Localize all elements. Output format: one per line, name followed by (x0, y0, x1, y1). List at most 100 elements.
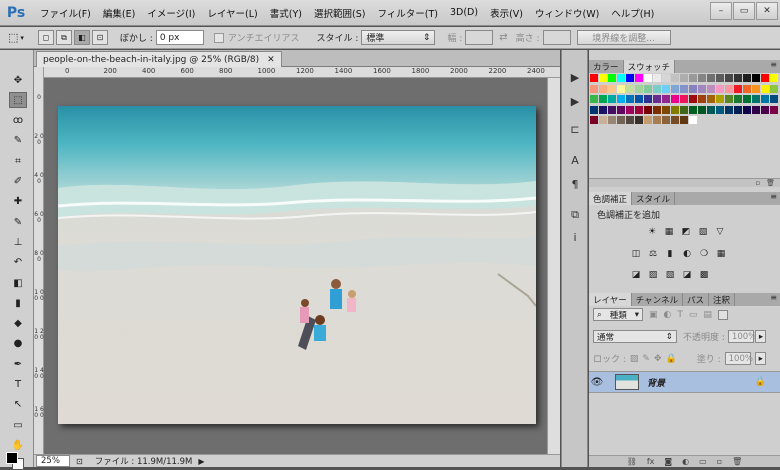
color-swatch[interactable] (617, 116, 625, 124)
antialias-checkbox[interactable] (213, 32, 224, 43)
brush-tool-icon[interactable]: ✎ (9, 214, 27, 230)
tab-styles[interactable]: スタイル (632, 192, 676, 205)
color-swatch[interactable] (662, 105, 670, 114)
lock-transparency-icon[interactable]: ▨ (630, 354, 639, 364)
horizontal-ruler[interactable]: 0 200 400 600 800 1000 1200 1400 1600 1800 2000 220… (44, 67, 560, 78)
folder-icon[interactable]: ▭ (699, 457, 707, 466)
color-swatch[interactable] (698, 116, 706, 124)
height-input[interactable] (542, 30, 571, 45)
tab-channels[interactable]: チャンネル (632, 293, 683, 306)
filter-type-icon[interactable]: T (677, 310, 683, 320)
color-swatch[interactable] (716, 105, 724, 114)
intersect-selection-button[interactable]: ⊡ (91, 30, 108, 45)
color-swatch[interactable] (608, 105, 616, 114)
color-swatch[interactable] (680, 95, 688, 103)
color-swatch[interactable] (743, 74, 751, 82)
color-swatch[interactable] (644, 116, 652, 124)
color-swatch[interactable] (608, 116, 616, 124)
vertical-ruler[interactable]: 0 2 0 0 4 0 0 6 0 0 8 0 0 1 0 0 0 1 2 0 0 1 4 0… (34, 67, 44, 454)
lock-paint-icon[interactable]: ✎ (642, 354, 650, 364)
color-swatch[interactable] (671, 116, 679, 124)
color-swatch[interactable] (734, 74, 742, 82)
tab-adjustments[interactable]: 色調補正 (589, 192, 633, 205)
color-swatch[interactable] (689, 74, 697, 82)
color-swatch[interactable] (716, 84, 724, 93)
color-swatch[interactable] (734, 95, 742, 103)
invert-icon[interactable]: ◪ (629, 269, 643, 281)
swap-icon[interactable]: ⇄ (499, 32, 507, 43)
channel-mixer-icon[interactable]: ❍ (697, 248, 711, 260)
color-swatch[interactable] (680, 116, 688, 124)
color-swatch[interactable] (689, 95, 697, 103)
color-swatch[interactable] (752, 74, 760, 82)
posterize-icon[interactable]: ▨ (646, 269, 660, 281)
pen-tool-icon[interactable]: ✒ (9, 356, 27, 372)
color-swatch[interactable] (716, 95, 724, 103)
color-swatch[interactable] (707, 116, 715, 124)
blend-mode-dropdown[interactable]: 通常 ⇕ (593, 330, 677, 343)
color-swatch[interactable] (698, 95, 706, 103)
color-swatch[interactable] (590, 84, 598, 93)
mask-icon[interactable]: ◙ (664, 457, 672, 466)
new-swatch-icon[interactable]: ▫ (755, 179, 760, 187)
opacity-arrow[interactable]: ▸ (754, 330, 766, 343)
clone-source-icon[interactable]: ⧉ (567, 208, 583, 222)
path-select-tool-icon[interactable]: ↖ (9, 397, 27, 413)
color-swatch[interactable] (734, 105, 742, 114)
vibrance-icon[interactable]: ▽ (713, 226, 727, 238)
hand-tool-icon[interactable]: ✋ (9, 437, 27, 453)
tab-swatches[interactable]: スウォッチ (623, 60, 676, 73)
color-swatch[interactable] (671, 95, 679, 103)
info-icon[interactable]: i (567, 230, 583, 244)
color-swatch[interactable] (707, 84, 715, 93)
quick-select-tool-icon[interactable]: ✎ (9, 133, 27, 149)
feather-input[interactable]: 0 px (155, 30, 204, 45)
color-swatch[interactable] (725, 84, 733, 93)
menu-select[interactable]: 選択範囲(S) (308, 6, 371, 20)
color-swatch[interactable] (743, 95, 751, 103)
color-swatch[interactable] (680, 74, 688, 82)
color-swatch[interactable] (770, 116, 778, 124)
vertical-scrollbar[interactable] (547, 78, 560, 454)
color-swatch[interactable] (689, 105, 697, 114)
document-tab[interactable]: people-on-the-beach-in-italy.jpg @ 25% (… (36, 51, 282, 67)
color-swatch[interactable] (590, 95, 598, 103)
color-swatch[interactable] (770, 105, 778, 114)
style-dropdown[interactable]: 標準 ⇕ (361, 30, 436, 45)
marquee-tool-icon[interactable]: ⬚ (9, 92, 27, 109)
color-swatch[interactable] (680, 84, 688, 93)
color-swatch[interactable] (653, 95, 661, 103)
color-swatch[interactable] (626, 74, 634, 82)
color-swatch[interactable] (734, 116, 742, 124)
filter-toggle[interactable] (717, 309, 728, 320)
character-icon[interactable]: A (567, 153, 583, 167)
tab-paths[interactable]: パス (683, 293, 710, 306)
color-swatch[interactable] (770, 95, 778, 103)
action-icon[interactable]: ▶ (567, 94, 583, 108)
color-swatch[interactable] (761, 95, 769, 103)
color-swatch[interactable] (662, 95, 670, 103)
crop-tool-icon[interactable]: ⌗ (9, 153, 27, 169)
color-swatch[interactable] (761, 74, 769, 82)
color-swatch[interactable] (635, 116, 643, 124)
marquee-preset-icon[interactable]: ⬚ (8, 31, 18, 44)
color-swatch[interactable] (725, 74, 733, 82)
color-swatch[interactable] (644, 74, 652, 82)
color-swatch[interactable] (599, 116, 607, 124)
color-swatch[interactable] (626, 95, 634, 103)
color-swatch[interactable] (653, 84, 661, 93)
color-swatch[interactable] (653, 105, 661, 114)
color-swatch[interactable] (707, 95, 715, 103)
lock-all-icon[interactable]: 🔒 (666, 354, 677, 364)
photo-filter-icon[interactable]: ◐ (680, 248, 694, 260)
color-swatch[interactable] (752, 84, 760, 93)
color-swatch[interactable] (644, 95, 652, 103)
status-menu-icon[interactable]: ⊡ (76, 457, 83, 466)
type-tool-icon[interactable]: T (9, 377, 27, 393)
color-swatch[interactable] (761, 84, 769, 93)
color-swatch[interactable] (644, 105, 652, 114)
hue-sat-icon[interactable]: ◫ (629, 248, 643, 260)
close-button[interactable]: ✕ (756, 2, 778, 20)
color-swatch[interactable] (743, 116, 751, 124)
refine-edge-button[interactable]: 境界線を調整... (576, 30, 671, 45)
